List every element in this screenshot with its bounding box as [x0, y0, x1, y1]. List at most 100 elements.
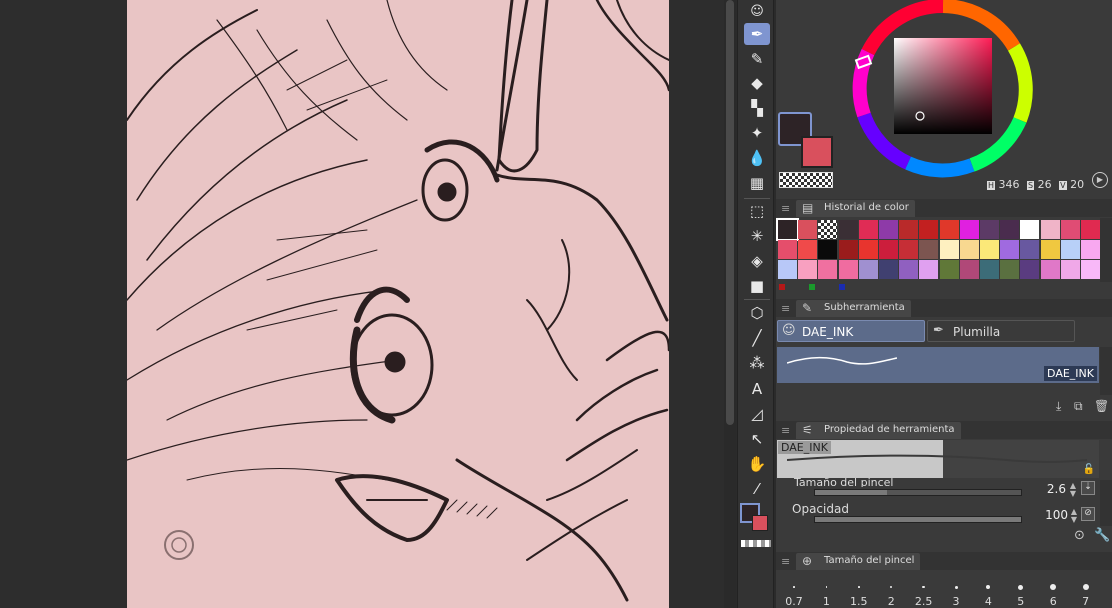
- color-swatch[interactable]: [879, 220, 898, 239]
- eraser-icon[interactable]: ◆: [744, 72, 770, 94]
- color-swatch[interactable]: [980, 240, 999, 259]
- grid-icon[interactable]: ▦: [744, 172, 770, 194]
- color-swatch[interactable]: [1000, 220, 1020, 239]
- toolbar-sub-color[interactable]: [752, 515, 768, 531]
- text-icon[interactable]: A: [744, 378, 770, 400]
- tab-brush-size[interactable]: ⊕ Tamaño del pincel: [796, 553, 921, 570]
- canvas-vertical-scrollbar[interactable]: [724, 0, 736, 608]
- brush-size-option[interactable]: 5: [1005, 595, 1037, 608]
- color-swatch[interactable]: [818, 220, 838, 239]
- color-swatch[interactable]: [1020, 260, 1040, 279]
- color-swatch[interactable]: [1000, 240, 1020, 259]
- color-swatch[interactable]: [1081, 220, 1100, 239]
- color-swatch[interactable]: [858, 260, 878, 279]
- color-swatch[interactable]: [1060, 220, 1080, 239]
- color-swatch[interactable]: [1040, 260, 1060, 279]
- size-stepper[interactable]: ▲ ▼: [1068, 482, 1078, 498]
- blend-icon[interactable]: ▚: [744, 97, 770, 119]
- size-pressure-icon[interactable]: ⇣: [1081, 481, 1095, 495]
- tab-tool-property[interactable]: ⚟ Propiedad de herramienta: [796, 422, 961, 439]
- reset-icon[interactable]: ⊙: [1074, 528, 1085, 543]
- tab-subtool[interactable]: ✎ Subherramienta: [796, 300, 911, 317]
- line-icon[interactable]: ╱: [744, 327, 770, 349]
- color-swatch[interactable]: [858, 240, 878, 259]
- color-swatch[interactable]: [838, 240, 858, 259]
- opacity-link-icon[interactable]: ⊘: [1081, 507, 1095, 521]
- pen-icon[interactable]: ✒: [744, 23, 770, 45]
- dae-ink-icon[interactable]: ☺: [744, 0, 770, 22]
- color-swatch[interactable]: [1060, 260, 1080, 279]
- color-swatch[interactable]: [959, 220, 979, 239]
- brush-size-option[interactable]: 1: [810, 595, 842, 608]
- eyedropper-icon[interactable]: ⁄: [744, 478, 770, 500]
- color-swatch[interactable]: [1040, 220, 1060, 239]
- wrench-icon[interactable]: 🔧: [1094, 528, 1110, 543]
- transparent-color-swatch[interactable]: [779, 172, 833, 188]
- color-swatch[interactable]: [879, 260, 898, 279]
- lock-icon[interactable]: 🔓: [1083, 464, 1095, 475]
- fill-icon[interactable]: ◈: [744, 250, 770, 272]
- color-swatch[interactable]: [919, 220, 939, 239]
- color-swatch[interactable]: [838, 260, 858, 279]
- subtool-tab-dae-ink[interactable]: ☺ DAE_INK: [777, 320, 925, 342]
- brush-size-option[interactable]: 4: [972, 595, 1004, 608]
- brush-size-dot[interactable]: [954, 585, 958, 589]
- color-swatch[interactable]: [1040, 240, 1060, 259]
- brush-size-dot[interactable]: [1018, 584, 1024, 590]
- color-swatch[interactable]: [798, 240, 818, 259]
- color-swatch[interactable]: [1060, 240, 1080, 259]
- color-swatch[interactable]: [818, 240, 838, 259]
- brush-size-dot[interactable]: [890, 586, 893, 588]
- hand-icon[interactable]: ✋: [744, 453, 770, 475]
- color-swatch[interactable]: [980, 260, 999, 279]
- color-swatch[interactable]: [959, 260, 979, 279]
- brush-size-option[interactable]: 7: [1070, 595, 1102, 608]
- color-swatch[interactable]: [1081, 240, 1100, 259]
- lasso-icon[interactable]: ⬚: [744, 200, 770, 222]
- brush-size-dot[interactable]: [793, 586, 795, 588]
- color-swatch[interactable]: [818, 260, 838, 279]
- brush-size-option[interactable]: 2.5: [908, 595, 940, 608]
- select-arrow-icon[interactable]: ↖: [744, 428, 770, 450]
- color-swatch[interactable]: [939, 240, 959, 259]
- tool-property-scrollbar[interactable]: [1100, 480, 1112, 526]
- brush-size-dot[interactable]: [1050, 584, 1057, 590]
- color-swatch[interactable]: [939, 220, 959, 239]
- speedline-icon[interactable]: ⁂: [744, 352, 770, 374]
- color-swatch[interactable]: [899, 240, 919, 259]
- trash-icon[interactable]: 🗑: [1094, 399, 1109, 413]
- opacity-stepper[interactable]: ▲ ▼: [1069, 508, 1079, 524]
- drop-icon[interactable]: 💧: [744, 147, 770, 169]
- gradient-icon[interactable]: ■: [744, 275, 770, 297]
- download-icon[interactable]: ⤓: [1056, 399, 1061, 414]
- color-swatch[interactable]: [899, 220, 919, 239]
- brush-size-option[interactable]: 2: [875, 595, 907, 608]
- brush-size-dot[interactable]: [825, 586, 828, 588]
- frame-icon[interactable]: ◿: [744, 403, 770, 425]
- brush-size-slider[interactable]: [814, 489, 1022, 496]
- color-swatch[interactable]: [1020, 220, 1040, 239]
- color-swatch[interactable]: [858, 220, 878, 239]
- 3d-box-icon[interactable]: ⬡: [744, 302, 770, 324]
- opacity-value[interactable]: 100: [1042, 508, 1068, 522]
- color-swatch[interactable]: [798, 220, 818, 239]
- brush-size-dot[interactable]: [1082, 584, 1089, 590]
- color-history-scrollbar[interactable]: [1100, 218, 1112, 282]
- color-swatch[interactable]: [1000, 260, 1020, 279]
- opacity-slider[interactable]: [814, 516, 1022, 523]
- color-mode-toggle-icon[interactable]: ▶: [1092, 172, 1108, 188]
- brush-size-dot[interactable]: [858, 586, 860, 588]
- color-swatch[interactable]: [980, 220, 999, 239]
- brush-size-option[interactable]: 0.7: [778, 595, 810, 608]
- color-swatch[interactable]: [798, 260, 818, 279]
- brush-size-option[interactable]: 1.5: [843, 595, 875, 608]
- marker-icon[interactable]: ✎: [744, 48, 770, 70]
- brush-preset-item[interactable]: DAE_INK: [777, 347, 1099, 383]
- color-swatch[interactable]: [776, 218, 799, 241]
- color-swatch[interactable]: [899, 260, 919, 279]
- color-wheel[interactable]: [852, 0, 1034, 178]
- color-swatch[interactable]: [1081, 260, 1100, 279]
- color-swatch[interactable]: [919, 240, 939, 259]
- duplicate-icon[interactable]: ⧉: [1074, 399, 1083, 414]
- drawing-canvas[interactable]: [127, 0, 669, 608]
